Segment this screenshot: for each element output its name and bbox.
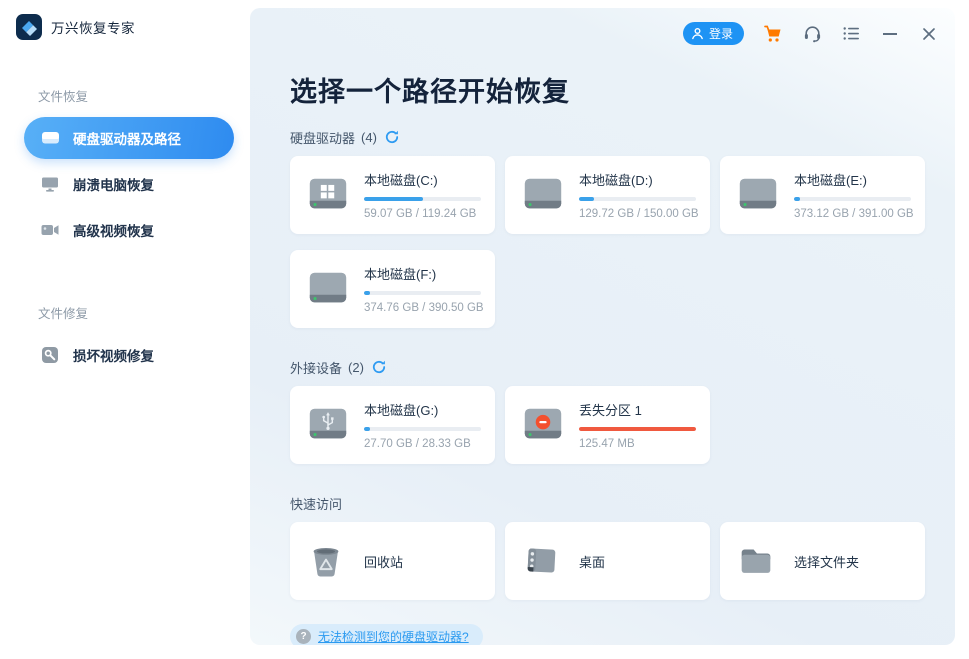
hard-drive-icon — [40, 129, 60, 147]
drive-name: 本地磁盘(C:) — [364, 170, 481, 189]
drive-not-detected-link[interactable]: ? 无法检测到您的硬盘驱动器? — [290, 624, 483, 645]
usage-bar — [794, 197, 911, 201]
external-label: 外接设备 — [290, 358, 342, 377]
cart-icon[interactable] — [763, 24, 783, 44]
usage-bar — [579, 427, 696, 431]
quick-access-item-label: 回收站 — [364, 552, 403, 571]
quick-access-label: 快速访问 — [290, 494, 342, 513]
support-headset-icon[interactable] — [802, 24, 822, 44]
drive-card-e[interactable]: 本地磁盘(E:) 373.12 GB / 391.00 GB — [720, 156, 925, 234]
folder-icon — [735, 540, 777, 582]
close-icon[interactable] — [919, 24, 939, 44]
hard-drives-grid: 本地磁盘(C:) 59.07 GB / 119.24 GB 本地磁盘(D:) — [290, 156, 955, 328]
hard-disk-icon — [735, 173, 781, 217]
drive-size: 373.12 GB / 391.00 GB — [794, 208, 911, 220]
drive-card-d[interactable]: 本地磁盘(D:) 129.72 GB / 150.00 GB — [505, 156, 710, 234]
refresh-icon[interactable] — [385, 130, 399, 144]
drive-size: 129.72 GB / 150.00 GB — [579, 208, 696, 220]
refresh-icon[interactable] — [372, 360, 386, 374]
usage-bar — [364, 291, 481, 295]
sidebar-item-label: 崩溃电脑恢复 — [73, 174, 154, 194]
video-camera-icon — [40, 221, 60, 239]
minimize-icon[interactable] — [880, 24, 900, 44]
select-folder-card[interactable]: 选择文件夹 — [720, 522, 925, 600]
titlebar-controls: 登录 — [683, 22, 939, 45]
drive-name: 本地磁盘(G:) — [364, 400, 481, 419]
main-content: 选择一个路径开始恢复 硬盘驱动器 (4) — [250, 8, 955, 645]
recycle-bin-icon — [305, 540, 347, 582]
drive-name: 本地磁盘(D:) — [579, 170, 696, 189]
lost-partition-card[interactable]: 丢失分区 1 125.47 MB — [505, 386, 710, 464]
help-link-text: 无法检测到您的硬盘驱动器? — [318, 628, 469, 645]
external-count: (2) — [348, 360, 364, 375]
drive-name: 本地磁盘(E:) — [794, 170, 911, 189]
drive-size: 374.76 GB / 390.50 GB — [364, 302, 481, 314]
desktop-icon — [520, 540, 562, 582]
recycle-bin-card[interactable]: 回收站 — [290, 522, 495, 600]
external-grid: 本地磁盘(G:) 27.70 GB / 28.33 GB 丢失分区 — [290, 386, 955, 464]
nav-section-file-repair: 文件修复 — [38, 303, 234, 322]
menu-list-icon[interactable] — [841, 24, 861, 44]
drive-size: 125.47 MB — [579, 438, 696, 450]
sidebar-item-hard-drives[interactable]: 硬盘驱动器及路径 — [24, 117, 234, 159]
app-logo-row: 万兴恢复专家 — [0, 0, 250, 40]
login-button[interactable]: 登录 — [683, 22, 744, 45]
hard-disk-windows-icon — [305, 173, 351, 217]
usage-bar — [364, 427, 481, 431]
drive-size: 59.07 GB / 119.24 GB — [364, 208, 481, 220]
usage-bar — [364, 197, 481, 201]
drive-card-c[interactable]: 本地磁盘(C:) 59.07 GB / 119.24 GB — [290, 156, 495, 234]
app-logo-icon — [16, 14, 42, 40]
hard-disk-icon — [305, 267, 351, 311]
drive-name: 丢失分区 1 — [579, 400, 696, 419]
sidebar-item-label: 损坏视频修复 — [73, 345, 154, 365]
hard-disk-icon — [520, 173, 566, 217]
drive-name: 本地磁盘(F:) — [364, 264, 481, 283]
sidebar-item-label: 高级视频恢复 — [73, 220, 154, 240]
quick-access-item-label: 桌面 — [579, 552, 605, 571]
repair-wrench-icon — [40, 346, 60, 364]
drive-card-f[interactable]: 本地磁盘(F:) 374.76 GB / 390.50 GB — [290, 250, 495, 328]
help-row: ? 无法检测到您的硬盘驱动器? — [290, 624, 955, 645]
sidebar-nav: 文件恢复 硬盘驱动器及路径 崩溃电脑恢复 — [0, 86, 250, 376]
external-section-header: 外接设备 (2) — [290, 358, 955, 376]
sidebar-item-crashed-computer[interactable]: 崩溃电脑恢复 — [24, 163, 234, 205]
user-icon — [691, 27, 704, 40]
drive-size: 27.70 GB / 28.33 GB — [364, 438, 481, 450]
sidebar-item-advanced-video[interactable]: 高级视频恢复 — [24, 209, 234, 251]
desktop-card[interactable]: 桌面 — [505, 522, 710, 600]
nav-section-file-recovery: 文件恢复 — [38, 86, 234, 105]
question-icon: ? — [296, 629, 311, 644]
monitor-icon — [40, 175, 60, 193]
page-title: 选择一个路径开始恢复 — [290, 72, 955, 112]
main-panel: 登录 — [250, 8, 955, 645]
sidebar: 万兴恢复专家 文件恢复 硬盘驱动器及路径 崩溃电脑恢复 — [0, 0, 250, 659]
quick-access-grid: 回收站 桌面 — [290, 522, 955, 600]
app-title: 万兴恢复专家 — [51, 17, 135, 37]
lost-partition-icon — [520, 403, 566, 447]
hard-drives-count: (4) — [361, 130, 377, 145]
quick-access-section-header: 快速访问 — [290, 494, 955, 512]
hard-drives-label: 硬盘驱动器 — [290, 128, 355, 147]
sidebar-item-label: 硬盘驱动器及路径 — [73, 128, 181, 148]
sidebar-item-video-repair[interactable]: 损坏视频修复 — [24, 334, 234, 376]
login-label: 登录 — [709, 25, 733, 42]
quick-access-item-label: 选择文件夹 — [794, 552, 859, 571]
drive-card-g[interactable]: 本地磁盘(G:) 27.70 GB / 28.33 GB — [290, 386, 495, 464]
hard-drives-section-header: 硬盘驱动器 (4) — [290, 128, 955, 146]
usb-drive-icon — [305, 403, 351, 447]
usage-bar — [579, 197, 696, 201]
